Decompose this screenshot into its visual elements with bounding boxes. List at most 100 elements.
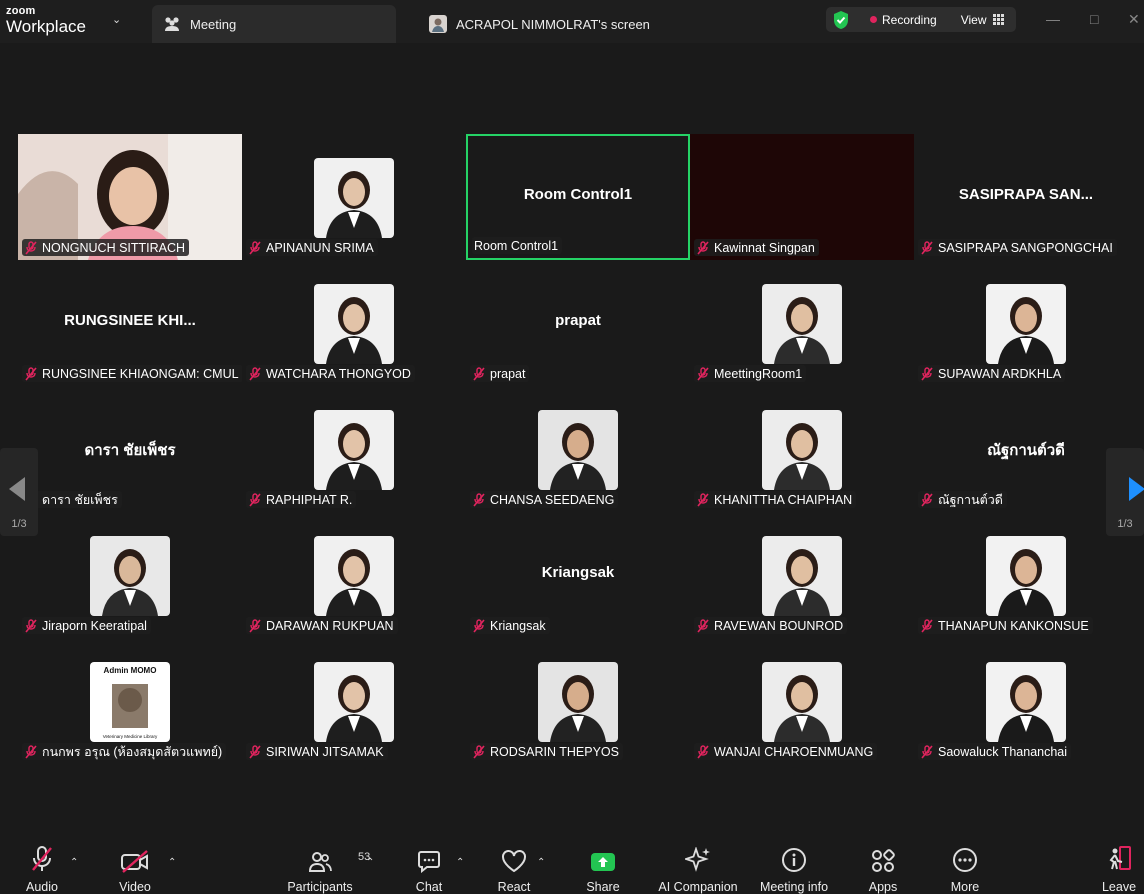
view-button[interactable]: View xyxy=(961,13,1004,27)
participant-tile[interactable]: MeettingRoom1 xyxy=(690,260,914,386)
participant-name: prapat xyxy=(490,366,526,381)
apps-icon xyxy=(872,849,895,872)
more-button[interactable]: More xyxy=(948,843,982,894)
user-avatar-icon xyxy=(428,14,448,34)
video-options-chevron-icon[interactable]: ⌃ xyxy=(168,857,176,868)
minimize-button[interactable]: — xyxy=(1046,11,1060,27)
muted-microphone-icon xyxy=(24,744,38,759)
participants-button[interactable]: 53 Participants xyxy=(284,843,370,894)
video-muted-icon xyxy=(121,850,148,873)
participants-icon xyxy=(308,852,332,872)
shield-icon[interactable] xyxy=(830,9,852,31)
participant-name-label: SUPAWAN ARDKHLA xyxy=(918,365,1066,382)
participant-avatar: Admin MOMO Veterinary Medicine Library xyxy=(90,662,170,742)
participant-name: RAVEWAN BOUNROD xyxy=(714,618,844,633)
react-options-chevron-icon[interactable]: ⌃ xyxy=(537,857,545,868)
participant-name: DARAWAN RUKPUAN xyxy=(266,618,394,633)
participant-name: SUPAWAN ARDKHLA xyxy=(938,366,1062,381)
chat-button[interactable]: Chat xyxy=(411,843,447,894)
previous-page-button[interactable]: 1/3 xyxy=(0,448,38,536)
muted-microphone-icon xyxy=(472,492,486,507)
participant-tile[interactable]: DARAWAN RUKPUAN xyxy=(242,512,466,638)
maximize-button[interactable]: □ xyxy=(1090,11,1098,27)
participant-name-label: APINANUN SRIMA xyxy=(246,239,378,256)
meeting-info-button[interactable]: Meeting info xyxy=(756,843,832,894)
participant-tile[interactable]: THANAPUN KANKONSUE xyxy=(914,512,1138,638)
participant-tile[interactable]: RUNGSINEE KHI... RUNGSINEE KHIAONGAM: CMU… xyxy=(18,260,243,386)
participant-tile[interactable]: WANJAI CHAROENMUANG xyxy=(690,638,914,764)
participant-tile[interactable]: NONGNUCH SITTIRACH xyxy=(18,134,242,260)
participant-avatar xyxy=(986,662,1066,742)
heart-icon xyxy=(502,850,526,873)
tab-meeting-label: Meeting xyxy=(190,16,237,32)
muted-microphone-icon xyxy=(248,492,262,507)
arrow-right-icon xyxy=(1129,477,1144,501)
participant-name: WANJAI CHAROENMUANG xyxy=(714,744,874,759)
react-label: React xyxy=(497,880,531,894)
participant-name: Room Control1 xyxy=(474,238,559,253)
participant-name: KHANITTHA CHAIPHAN xyxy=(714,492,853,507)
page-indicator-right: 1/3 xyxy=(1117,518,1133,530)
participant-tile[interactable]: Room Control1 Room Control1 xyxy=(466,134,690,260)
react-button[interactable]: React xyxy=(495,843,533,894)
brand-bottom: Workplace xyxy=(6,17,86,36)
participant-tile[interactable]: CHANSA SEEDAENG xyxy=(466,386,690,512)
participant-tile[interactable]: KHANITTHA CHAIPHAN xyxy=(690,386,914,512)
close-button[interactable]: ✕ xyxy=(1128,11,1140,28)
participant-display-name: SASIPRAPA SAN... xyxy=(958,186,1094,203)
participant-display-name: Room Control1 xyxy=(523,186,633,203)
participant-name-label: RODSARIN THEPYOS xyxy=(470,743,623,760)
participant-name: Jiraporn Keeratipal xyxy=(42,618,147,633)
muted-microphone-icon xyxy=(24,618,38,633)
muted-microphone-icon xyxy=(920,366,934,381)
participant-tile[interactable]: SIRIWAN JITSAMAK xyxy=(242,638,466,764)
participant-tile[interactable]: Kawinnat Singpan xyxy=(690,134,914,260)
share-button[interactable]: Share xyxy=(584,843,622,894)
participant-name: กนกพร อรุณ (ห้องสมุดสัตวแพทย์) xyxy=(42,744,223,759)
tab-shared-screen[interactable]: ACRAPOL NIMMOLRAT's screen xyxy=(418,5,678,43)
audio-options-chevron-icon[interactable]: ⌃ xyxy=(70,857,78,868)
participant-tile[interactable]: APINANUN SRIMA xyxy=(242,134,466,260)
participant-tile[interactable]: RODSARIN THEPYOS xyxy=(466,638,690,764)
apps-button[interactable]: Apps xyxy=(866,843,900,894)
audio-button[interactable]: Audio xyxy=(22,843,62,894)
leave-button[interactable]: Leave xyxy=(1100,843,1138,894)
more-label: More xyxy=(950,880,980,894)
zoom-workplace-logo[interactable]: zoom Workplace xyxy=(6,6,86,36)
audio-label: Audio xyxy=(26,880,58,894)
participant-tile[interactable]: Saowaluck Thananchai xyxy=(914,638,1138,764)
participant-name: SASIPRAPA SANGPONGCHAI xyxy=(938,240,1113,255)
participant-name-label: กนกพร อรุณ (ห้องสมุดสัตวแพทย์) xyxy=(22,743,227,760)
recording-label[interactable]: Recording xyxy=(882,13,937,27)
chevron-down-icon[interactable]: ⌄ xyxy=(112,13,121,26)
participant-tile[interactable]: WATCHARA THONGYOD xyxy=(242,260,466,386)
muted-microphone-icon xyxy=(24,366,38,381)
participant-name-label: SIRIWAN JITSAMAK xyxy=(246,743,388,760)
tab-meeting[interactable]: Meeting xyxy=(152,5,396,43)
participant-display-name: RUNGSINEE KHI... xyxy=(64,312,196,329)
chat-options-chevron-icon[interactable]: ⌃ xyxy=(456,857,464,868)
info-icon xyxy=(782,848,806,872)
participant-tile[interactable]: ณัฐกานต์วดี ณัฐกานต์วดี xyxy=(914,386,1138,512)
participants-options-chevron-icon[interactable]: ⌃ xyxy=(366,857,374,868)
participant-name-label: RAPHIPHAT R. xyxy=(246,491,357,508)
participant-tile[interactable]: Jiraporn Keeratipal xyxy=(18,512,242,638)
participant-avatar xyxy=(986,536,1066,616)
participant-name: ดารา ชัยเพ็ชร xyxy=(42,492,118,507)
participant-tile[interactable]: SUPAWAN ARDKHLA xyxy=(914,260,1138,386)
video-button[interactable]: Video xyxy=(115,843,155,894)
participant-tile[interactable]: ดารา ชัยเพ็ชร ดารา ชัยเพ็ชร xyxy=(18,386,242,512)
participant-tile[interactable]: RAPHIPHAT R. xyxy=(242,386,466,512)
participant-tile[interactable]: RAVEWAN BOUNROD xyxy=(690,512,914,638)
ai-companion-button[interactable]: AI Companion xyxy=(654,843,742,894)
muted-microphone-icon xyxy=(472,744,486,759)
muted-microphone-icon xyxy=(696,240,710,255)
next-page-button[interactable]: 1/3 xyxy=(1106,448,1144,536)
participant-name-label: DARAWAN RUKPUAN xyxy=(246,617,398,634)
participant-tile[interactable]: prapat prapat xyxy=(466,260,690,386)
participant-avatar xyxy=(986,284,1066,364)
arrow-left-icon xyxy=(9,477,25,501)
participant-tile[interactable]: SASIPRAPA SAN... SASIPRAPA SANGPONGCHAI xyxy=(914,134,1138,260)
participant-tile[interactable]: Kriangsak Kriangsak xyxy=(466,512,690,638)
participant-tile[interactable]: Admin MOMO Veterinary Medicine Library กนก… xyxy=(18,638,242,764)
